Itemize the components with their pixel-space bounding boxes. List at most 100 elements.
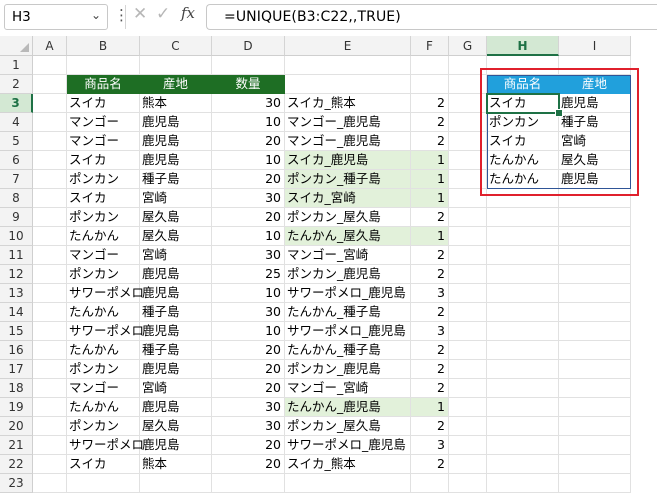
- grid-cell[interactable]: [449, 398, 487, 417]
- result-header-cell[interactable]: 商品名: [487, 75, 559, 94]
- origin-cell[interactable]: 鹿児島: [140, 360, 212, 379]
- grid-cell[interactable]: [487, 227, 559, 246]
- column-header-a[interactable]: A: [33, 36, 67, 56]
- grid-cell[interactable]: [559, 417, 631, 436]
- grid-cell[interactable]: [487, 360, 559, 379]
- grid-cell[interactable]: [559, 474, 631, 493]
- grid-cell[interactable]: [487, 417, 559, 436]
- row-header-23[interactable]: 23: [0, 474, 33, 493]
- count-cell[interactable]: 2: [411, 360, 449, 379]
- product-cell[interactable]: ポンカン: [67, 265, 140, 284]
- key-cell[interactable]: たんかん_種子島: [285, 341, 411, 360]
- grid-cell[interactable]: [285, 474, 411, 493]
- row-header-17[interactable]: 17: [0, 360, 33, 379]
- grid-cell[interactable]: [33, 398, 67, 417]
- row-header-4[interactable]: 4: [0, 113, 33, 132]
- column-header-f[interactable]: F: [411, 36, 449, 56]
- confirm-icon[interactable]: ✓: [156, 4, 170, 24]
- grid-cell[interactable]: [33, 455, 67, 474]
- count-cell[interactable]: 1: [411, 151, 449, 170]
- quantity-cell[interactable]: 10: [212, 322, 285, 341]
- grid-cell[interactable]: [559, 303, 631, 322]
- column-header-c[interactable]: C: [140, 36, 212, 56]
- grid-cell[interactable]: [559, 56, 631, 75]
- origin-cell[interactable]: 種子島: [140, 341, 212, 360]
- origin-cell[interactable]: 鹿児島: [140, 113, 212, 132]
- result-product-cell[interactable]: たんかん: [487, 151, 559, 170]
- grid-cell[interactable]: [33, 151, 67, 170]
- insert-function-icon[interactable]: fx: [181, 4, 195, 22]
- grid-cell[interactable]: [487, 265, 559, 284]
- grid-cell[interactable]: [449, 474, 487, 493]
- origin-cell[interactable]: 種子島: [140, 303, 212, 322]
- grid-cell[interactable]: [559, 360, 631, 379]
- product-cell[interactable]: スイカ: [67, 151, 140, 170]
- origin-cell[interactable]: 鹿児島: [140, 322, 212, 341]
- cancel-icon[interactable]: ✕: [133, 4, 147, 24]
- row-header-11[interactable]: 11: [0, 246, 33, 265]
- product-cell[interactable]: ポンカン: [67, 417, 140, 436]
- count-cell[interactable]: 2: [411, 265, 449, 284]
- count-cell[interactable]: 1: [411, 170, 449, 189]
- origin-cell[interactable]: 種子島: [140, 170, 212, 189]
- table-header-cell[interactable]: 産地: [140, 75, 212, 94]
- row-header-8[interactable]: 8: [0, 189, 33, 208]
- origin-cell[interactable]: 熊本: [140, 455, 212, 474]
- grid-cell[interactable]: [449, 170, 487, 189]
- grid-cell[interactable]: [449, 132, 487, 151]
- grid-cell[interactable]: [487, 246, 559, 265]
- quantity-cell[interactable]: 10: [212, 151, 285, 170]
- grid-cell[interactable]: [449, 208, 487, 227]
- origin-cell[interactable]: 宮崎: [140, 379, 212, 398]
- origin-cell[interactable]: 鹿児島: [140, 132, 212, 151]
- row-header-15[interactable]: 15: [0, 322, 33, 341]
- result-header-cell[interactable]: 産地: [559, 75, 631, 94]
- quantity-cell[interactable]: 20: [212, 208, 285, 227]
- count-cell[interactable]: 3: [411, 284, 449, 303]
- grid-cell[interactable]: [140, 56, 212, 75]
- grid-cell[interactable]: [449, 379, 487, 398]
- key-cell[interactable]: スイカ_鹿児島: [285, 151, 411, 170]
- key-cell[interactable]: たんかん_屋久島: [285, 227, 411, 246]
- grid-cell[interactable]: [487, 56, 559, 75]
- grid-cell[interactable]: [449, 322, 487, 341]
- grid-cell[interactable]: [559, 227, 631, 246]
- grid-cell[interactable]: [487, 284, 559, 303]
- grid-cell[interactable]: [487, 379, 559, 398]
- grid-cell[interactable]: [411, 474, 449, 493]
- origin-cell[interactable]: 鹿児島: [140, 151, 212, 170]
- origin-cell[interactable]: 鹿児島: [140, 436, 212, 455]
- key-cell[interactable]: たんかん_鹿児島: [285, 398, 411, 417]
- count-cell[interactable]: 1: [411, 189, 449, 208]
- key-cell[interactable]: ポンカン_種子島: [285, 170, 411, 189]
- grid-cell[interactable]: [33, 170, 67, 189]
- grid-cell[interactable]: [559, 436, 631, 455]
- grid-cell[interactable]: [449, 303, 487, 322]
- grid-cell[interactable]: [559, 455, 631, 474]
- formula-input[interactable]: =UNIQUE(B3:C22,,TRUE): [206, 4, 657, 30]
- grid-cell[interactable]: [285, 75, 411, 94]
- quantity-cell[interactable]: 30: [212, 303, 285, 322]
- key-cell[interactable]: サワーポメロ_鹿児島: [285, 436, 411, 455]
- count-cell[interactable]: 2: [411, 341, 449, 360]
- quantity-cell[interactable]: 20: [212, 455, 285, 474]
- grid-cell[interactable]: [559, 246, 631, 265]
- grid-cell[interactable]: [449, 227, 487, 246]
- key-cell[interactable]: ポンカン_鹿児島: [285, 265, 411, 284]
- quantity-cell[interactable]: 10: [212, 113, 285, 132]
- grid-cell[interactable]: [212, 474, 285, 493]
- key-cell[interactable]: サワーポメロ_鹿児島: [285, 284, 411, 303]
- key-cell[interactable]: スイカ_熊本: [285, 94, 411, 113]
- product-cell[interactable]: ポンカン: [67, 170, 140, 189]
- grid-cell[interactable]: [140, 474, 212, 493]
- grid-cell[interactable]: [33, 360, 67, 379]
- row-header-3[interactable]: 3: [0, 94, 33, 113]
- grid-cell[interactable]: [487, 474, 559, 493]
- origin-cell[interactable]: 宮崎: [140, 246, 212, 265]
- grid-cell[interactable]: [33, 322, 67, 341]
- grid-cell[interactable]: [449, 75, 487, 94]
- grid-cell[interactable]: [33, 303, 67, 322]
- quantity-cell[interactable]: 30: [212, 94, 285, 113]
- product-cell[interactable]: マンゴー: [67, 246, 140, 265]
- grid-cell[interactable]: [487, 208, 559, 227]
